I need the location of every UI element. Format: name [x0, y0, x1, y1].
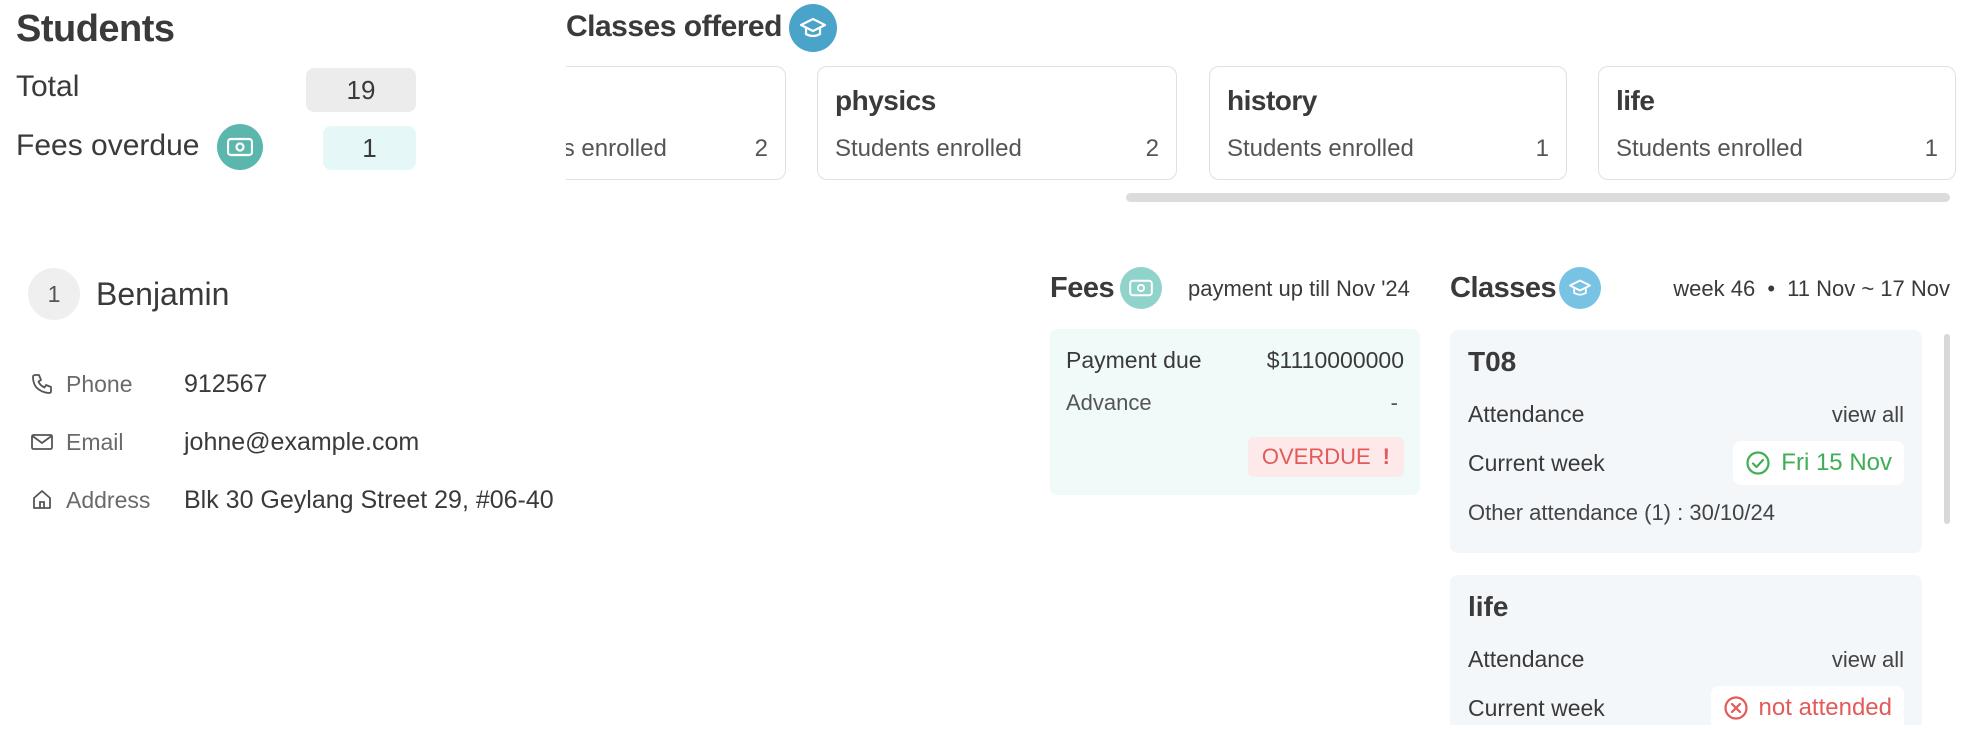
- class-card-physics[interactable]: physics Students enrolled 2: [817, 66, 1177, 180]
- separator-dot: •: [1767, 276, 1776, 301]
- x-circle-icon: [1723, 696, 1748, 720]
- class-name: T08: [1468, 346, 1517, 377]
- classes-offered-strip[interactable]: Students enrolled 2 physics Students enr…: [566, 60, 1956, 190]
- students-enrolled-count: 2: [1145, 135, 1159, 162]
- fees-overdue-label: Fees overdue: [16, 129, 200, 162]
- mail-icon: [28, 428, 56, 456]
- class-name: physics: [835, 85, 936, 116]
- fees-overdue-count-badge: 1: [323, 126, 416, 170]
- classes-title: Classes: [1450, 272, 1557, 304]
- home-icon: [28, 486, 56, 514]
- attended-status: Fri 15 Nov: [1733, 441, 1904, 485]
- email-label: Email: [66, 428, 124, 455]
- address-label: Address: [66, 486, 151, 513]
- address-row: Address Blk 30 Geylang Street 29, #06-40: [28, 484, 554, 516]
- vertical-scrollbar[interactable]: [1944, 334, 1950, 524]
- current-week-label: Current week: [1468, 449, 1605, 476]
- class-name: life: [1468, 591, 1509, 622]
- not-attended-status: not attended: [1710, 686, 1904, 725]
- class-card-life[interactable]: life Students enrolled 1: [1598, 66, 1956, 180]
- attendance-row: Attendance view all: [1468, 646, 1904, 673]
- total-count-badge: 19: [306, 68, 416, 112]
- week-dates: 11 Nov ~ 17 Nov: [1787, 276, 1950, 301]
- students-enrolled-label: Students enrolled: [1227, 135, 1414, 162]
- current-week-row: Current week not attended: [1468, 686, 1904, 725]
- advance-label: Advance: [1066, 390, 1152, 415]
- graduation-cap-icon: [789, 4, 837, 52]
- email-value: johne@example.com: [184, 427, 420, 456]
- students-enrolled-count: 2: [754, 135, 768, 162]
- horizontal-scrollbar[interactable]: [1126, 193, 1950, 202]
- overdue-status-badge: OVERDUE !: [1247, 437, 1404, 477]
- phone-icon: [28, 370, 56, 398]
- class-name: history: [1227, 85, 1317, 116]
- student-name: Benjamin: [96, 276, 230, 312]
- view-all-link[interactable]: view all: [1832, 647, 1904, 673]
- attended-date: Fri 15 Nov: [1781, 449, 1892, 476]
- week-range: week 46 • 11 Nov ~ 17 Nov: [1673, 276, 1950, 302]
- week-number: week 46: [1673, 276, 1756, 301]
- money-icon: [1120, 267, 1162, 309]
- students-title: Students: [16, 8, 175, 50]
- total-label: Total: [16, 70, 80, 103]
- phone-value: 912567: [184, 369, 268, 398]
- attendance-label: Attendance: [1468, 401, 1585, 427]
- student-index-badge: 1: [28, 268, 80, 320]
- payment-due-label: Payment due: [1066, 347, 1202, 373]
- current-week-label: Current week: [1468, 694, 1605, 721]
- fees-period: payment up till Nov '24: [1188, 276, 1410, 301]
- phone-label: Phone: [66, 370, 133, 397]
- class-attendance-card-life: life Attendance view all Current week no…: [1450, 575, 1922, 725]
- money-icon: [217, 124, 263, 170]
- attendance-label: Attendance: [1468, 646, 1585, 672]
- student-index: 1: [47, 280, 61, 307]
- class-card[interactable]: Students enrolled 2: [566, 66, 786, 180]
- overdue-status-text: OVERDUE: [1261, 444, 1371, 469]
- students-enrolled-count: 1: [1535, 135, 1549, 162]
- view-all-link[interactable]: view all: [1832, 402, 1904, 428]
- class-attendance-card-t08: T08 Attendance view all Current week Fri…: [1450, 330, 1922, 553]
- current-week-row: Current week Fri 15 Nov: [1468, 441, 1904, 485]
- exclamation-icon: !: [1382, 444, 1390, 469]
- fees-card: Payment due $1110000000 Advance - OVERDU…: [1050, 329, 1420, 495]
- students-enrolled-label: Students enrolled: [1616, 135, 1803, 162]
- class-card-history[interactable]: history Students enrolled 1: [1209, 66, 1567, 180]
- advance-value: -: [1390, 390, 1398, 415]
- address-value: Blk 30 Geylang Street 29, #06-40: [184, 485, 554, 514]
- classes-list[interactable]: T08 Attendance view all Current week Fri…: [1450, 325, 1940, 725]
- check-circle-icon: [1746, 451, 1770, 475]
- phone-row: Phone 912567: [28, 368, 267, 400]
- students-enrolled-label: Students enrolled: [835, 135, 1022, 162]
- payment-due-value: $1110000000: [1266, 347, 1404, 373]
- fees-title: Fees: [1050, 272, 1115, 304]
- other-attendance: Other attendance (1) : 30/10/24: [1468, 500, 1775, 525]
- not-attended-text: not attended: [1758, 694, 1892, 721]
- students-enrolled-count: 1: [1924, 135, 1938, 162]
- classes-offered-title: Classes offered: [566, 10, 782, 43]
- email-row: Email johne@example.com: [28, 426, 419, 458]
- graduation-cap-icon: [1559, 267, 1601, 309]
- class-name: life: [1616, 85, 1655, 116]
- students-enrolled-label: Students enrolled: [566, 135, 667, 162]
- attendance-row: Attendance view all: [1468, 401, 1904, 428]
